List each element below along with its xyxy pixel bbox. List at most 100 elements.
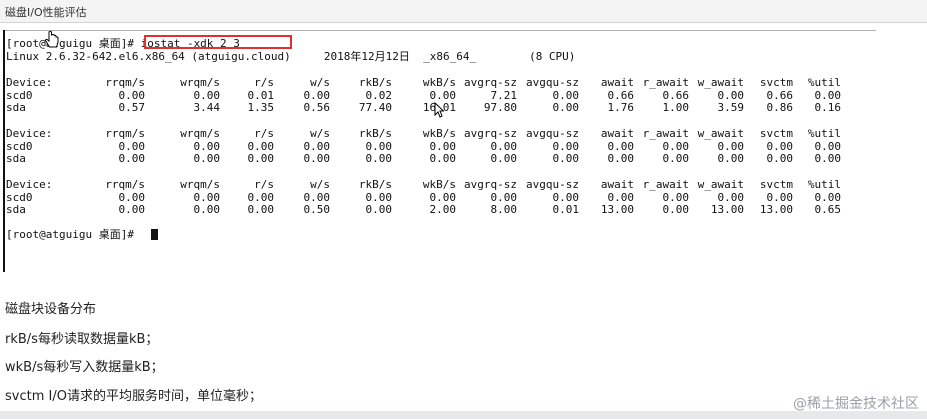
stat-value: 0.57 xyxy=(118,101,146,115)
stat-value: 8.00 xyxy=(490,203,518,217)
notes-line-rkbs: rkB/s每秒读取数据量kB； xyxy=(5,332,159,347)
stat-value: 77.40 xyxy=(358,101,392,115)
stat-value: 0.00 xyxy=(365,139,393,153)
column-header: avgrq-sz xyxy=(464,178,517,191)
stat-value: 0.00 xyxy=(814,152,842,166)
device-name: sda xyxy=(6,101,26,115)
stat-value: 0.00 xyxy=(247,152,275,166)
column-header: r_await xyxy=(642,76,689,89)
stat-value: 3.44 xyxy=(193,101,221,115)
bottom-band xyxy=(0,411,927,419)
stat-value: 0.16 xyxy=(814,101,842,115)
stat-value: 0.00 xyxy=(552,88,580,102)
device-name: sda xyxy=(6,152,26,166)
stat-value: 0.00 xyxy=(552,190,580,204)
stat-value: 7.21 xyxy=(490,88,518,102)
column-header: avgrq-sz xyxy=(464,127,517,140)
device-name: scd0 xyxy=(6,190,33,204)
stat-value: 0.00 xyxy=(365,152,393,166)
column-header: rrqm/s xyxy=(105,76,145,89)
column-header: w/s xyxy=(310,178,330,191)
column-header: r/s xyxy=(254,127,274,140)
column-header: avgqu-sz xyxy=(526,76,579,89)
column-header: rkB/s xyxy=(358,76,392,89)
stat-value: 0.00 xyxy=(766,152,794,166)
stat-value: 0.00 xyxy=(490,152,518,166)
stat-value: 0.66 xyxy=(662,88,690,102)
column-header-device: Device: xyxy=(6,127,53,140)
column-header: await xyxy=(600,76,634,89)
stat-value: 0.66 xyxy=(766,88,794,102)
stat-value: 0.00 xyxy=(814,88,842,102)
stat-value: 0.00 xyxy=(662,139,690,153)
column-header: svctm xyxy=(759,76,793,89)
stat-value: 0.01 xyxy=(552,203,580,217)
column-header: w/s xyxy=(310,76,330,89)
stat-value: 0.66 xyxy=(607,88,635,102)
stat-value: 0.00 xyxy=(490,190,518,204)
column-header: w_await xyxy=(697,76,744,89)
stat-value: 0.00 xyxy=(429,139,457,153)
stat-value: 0.00 xyxy=(552,101,580,115)
stat-value: 0.00 xyxy=(365,203,393,217)
stat-value: 13.00 xyxy=(759,203,793,217)
column-header: r/s xyxy=(254,178,274,191)
stat-value: 0.65 xyxy=(814,203,842,217)
column-header: svctm xyxy=(759,127,793,140)
column-header: rkB/s xyxy=(358,178,392,191)
stat-value: 1.00 xyxy=(662,101,690,115)
column-header: rrqm/s xyxy=(105,127,145,140)
text-cursor-icon xyxy=(151,229,158,240)
column-header: rrqm/s xyxy=(105,178,145,191)
window-title: 磁盘I/O性能评估 xyxy=(5,6,87,19)
column-header: %util xyxy=(807,76,841,89)
stat-value: 0.00 xyxy=(607,190,635,204)
column-header-device: Device: xyxy=(6,178,53,191)
column-header: wkB/s xyxy=(422,127,456,140)
stat-value: 0.00 xyxy=(814,139,842,153)
terminal-left-border xyxy=(3,30,5,272)
column-header: wrqm/s xyxy=(180,127,220,140)
stat-value: 3.59 xyxy=(717,101,745,115)
stat-value: 0.00 xyxy=(193,203,221,217)
stat-value: 0.00 xyxy=(429,88,457,102)
stat-value: 0.00 xyxy=(662,203,690,217)
stat-value: 0.00 xyxy=(717,152,745,166)
column-header: %util xyxy=(807,178,841,191)
stat-value: 0.00 xyxy=(193,139,221,153)
column-header: await xyxy=(600,178,634,191)
stat-value: 1.35 xyxy=(247,101,275,115)
stat-value: 0.50 xyxy=(303,203,331,217)
stat-value: 0.00 xyxy=(717,88,745,102)
stat-value: 0.56 xyxy=(303,101,331,115)
column-header: wkB/s xyxy=(422,178,456,191)
system-info-line: Linux 2.6.32-642.el6.x86_64 (atguigu.clo… xyxy=(6,50,576,63)
column-header: r/s xyxy=(254,76,274,89)
hand-pointer-icon xyxy=(44,30,59,48)
stat-value: 0.00 xyxy=(193,152,221,166)
column-header: rkB/s xyxy=(358,127,392,140)
stat-value: 0.00 xyxy=(662,190,690,204)
stat-value: 0.00 xyxy=(303,88,331,102)
stat-value: 13.00 xyxy=(600,203,634,217)
notes-line-wkbs: wkB/s每秒写入数据量kB； xyxy=(5,360,164,375)
stat-value: 0.00 xyxy=(766,190,794,204)
stat-value: 0.00 xyxy=(662,152,690,166)
column-header: w_await xyxy=(697,127,744,140)
column-header: avgqu-sz xyxy=(526,178,579,191)
stat-value: 0.00 xyxy=(717,190,745,204)
stat-value: 0.00 xyxy=(247,139,275,153)
stat-value: 0.00 xyxy=(303,190,331,204)
notes-line-svctm: svctm I/O请求的平均服务时间，单位毫秒； xyxy=(5,389,262,404)
device-name: scd0 xyxy=(6,139,33,153)
column-header-device: Device: xyxy=(6,76,53,89)
stat-value: 0.00 xyxy=(118,139,146,153)
column-header: r_await xyxy=(642,178,689,191)
stat-value: 0.00 xyxy=(247,203,275,217)
column-header: await xyxy=(600,127,634,140)
stat-value: 0.00 xyxy=(303,139,331,153)
column-header: svctm xyxy=(759,178,793,191)
column-header: wrqm/s xyxy=(180,178,220,191)
notes-heading: 磁盘块设备分布 xyxy=(5,302,97,317)
stat-value: 0.00 xyxy=(303,152,331,166)
